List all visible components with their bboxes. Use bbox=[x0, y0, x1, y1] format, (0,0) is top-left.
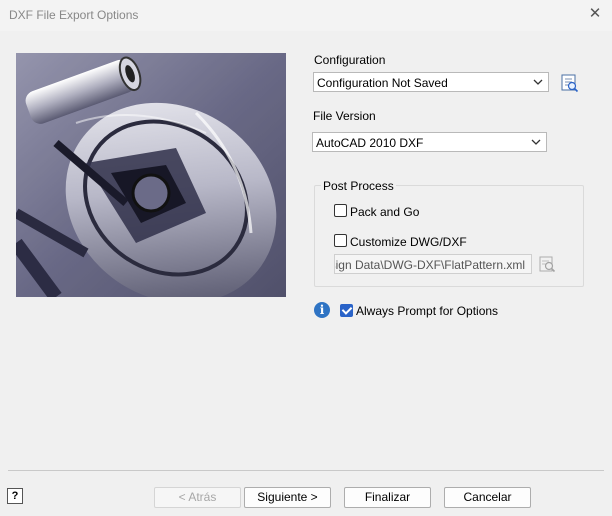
back-button[interactable]: < Atrás bbox=[154, 487, 241, 508]
always-prompt-label[interactable]: Always Prompt for Options bbox=[356, 304, 498, 318]
configuration-value: Configuration Not Saved bbox=[317, 76, 448, 90]
always-prompt-checkbox[interactable] bbox=[340, 304, 353, 317]
pack-and-go-label[interactable]: Pack and Go bbox=[350, 205, 419, 219]
folder-browse-icon bbox=[538, 254, 558, 274]
customize-path-field: Design Data\DWG-DXF\FlatPattern.xml bbox=[334, 254, 532, 274]
footer-separator bbox=[8, 470, 604, 471]
customize-path-value: Design Data\DWG-DXF\FlatPattern.xml bbox=[334, 258, 525, 272]
file-version-value: AutoCAD 2010 DXF bbox=[316, 136, 424, 150]
cancel-button[interactable]: Cancelar bbox=[444, 487, 531, 508]
title-bar: DXF File Export Options ✕ bbox=[0, 0, 612, 31]
customize-dwg-dxf-label[interactable]: Customize DWG/DXF bbox=[350, 235, 467, 249]
post-process-title: Post Process bbox=[321, 179, 396, 193]
next-button[interactable]: Siguiente > bbox=[244, 487, 331, 508]
configuration-browse-icon[interactable] bbox=[560, 73, 580, 93]
chevron-down-icon bbox=[531, 139, 541, 145]
info-icon: i bbox=[314, 302, 330, 318]
chevron-down-icon bbox=[533, 79, 543, 85]
window-title: DXF File Export Options bbox=[9, 8, 139, 22]
file-version-label: File Version bbox=[313, 109, 376, 123]
close-icon[interactable]: ✕ bbox=[584, 3, 606, 25]
help-icon[interactable]: ? bbox=[7, 488, 23, 504]
configuration-label: Configuration bbox=[314, 53, 386, 67]
file-version-dropdown[interactable]: AutoCAD 2010 DXF bbox=[312, 132, 547, 152]
customize-dwg-dxf-checkbox[interactable] bbox=[334, 234, 347, 247]
pack-and-go-checkbox[interactable] bbox=[334, 204, 347, 217]
part-preview-image bbox=[16, 53, 286, 297]
finish-button[interactable]: Finalizar bbox=[344, 487, 431, 508]
configuration-dropdown[interactable]: Configuration Not Saved bbox=[313, 72, 549, 92]
